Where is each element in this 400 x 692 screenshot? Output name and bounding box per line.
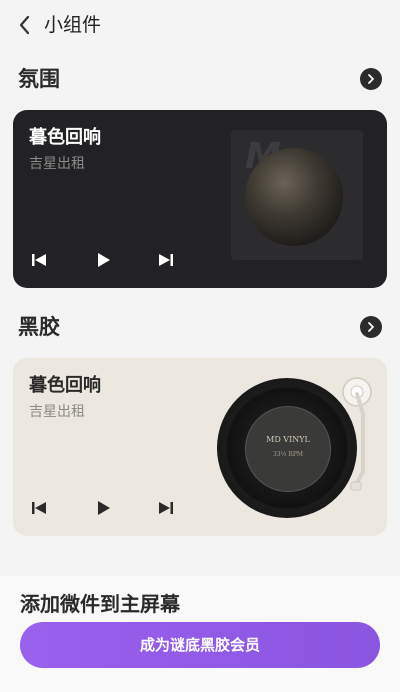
previous-button[interactable]: [29, 250, 49, 270]
ambient-more-button[interactable]: [360, 68, 382, 90]
next-button[interactable]: [156, 250, 176, 270]
back-button[interactable]: [14, 12, 36, 38]
album-cover: M: [231, 130, 363, 260]
play-button[interactable]: [93, 498, 113, 518]
add-widget-panel: 添加微件到主屏幕 成为谜底黑胶会员: [0, 576, 400, 692]
add-to-home-title: 添加微件到主屏幕: [20, 592, 180, 616]
section-title-vinyl: 黑胶: [18, 315, 60, 339]
previous-icon: [32, 502, 46, 514]
chevron-right-icon: [368, 322, 374, 332]
become-member-button[interactable]: 成为谜底黑胶会员: [20, 622, 380, 668]
next-icon: [159, 254, 173, 266]
play-button[interactable]: [93, 250, 113, 270]
play-icon: [98, 501, 110, 515]
previous-icon: [32, 254, 46, 266]
widget-artist-name: 吉星出租: [29, 156, 85, 172]
chevron-left-icon: [19, 15, 30, 35]
cover-orb: [245, 148, 343, 246]
record-label: MD VINYL 33⅓ RPM: [245, 406, 331, 492]
play-icon: [98, 253, 110, 267]
widget-artist-name: 吉星出租: [29, 404, 85, 420]
tonearm-icon: [342, 377, 372, 491]
record-label-subtitle: 33⅓ RPM: [272, 451, 304, 458]
chevron-right-icon: [368, 74, 374, 84]
ambient-widget-card[interactable]: 暮色回响 吉星出租 M: [13, 110, 387, 288]
vinyl-widget-card[interactable]: 暮色回响 吉星出租 MD VINYL 33⅓ RPM: [13, 358, 387, 536]
vinyl-more-button[interactable]: [360, 316, 382, 338]
page-title: 小组件: [44, 14, 102, 36]
widget-song-title: 暮色回响: [29, 127, 101, 148]
widget-song-title: 暮色回响: [29, 375, 101, 396]
next-icon: [159, 502, 173, 514]
record-label-title: MD VINYL: [266, 435, 310, 444]
previous-button[interactable]: [29, 498, 49, 518]
top-bar: 小组件: [0, 0, 400, 50]
next-button[interactable]: [156, 498, 176, 518]
section-title-ambient: 氛围: [18, 67, 60, 91]
